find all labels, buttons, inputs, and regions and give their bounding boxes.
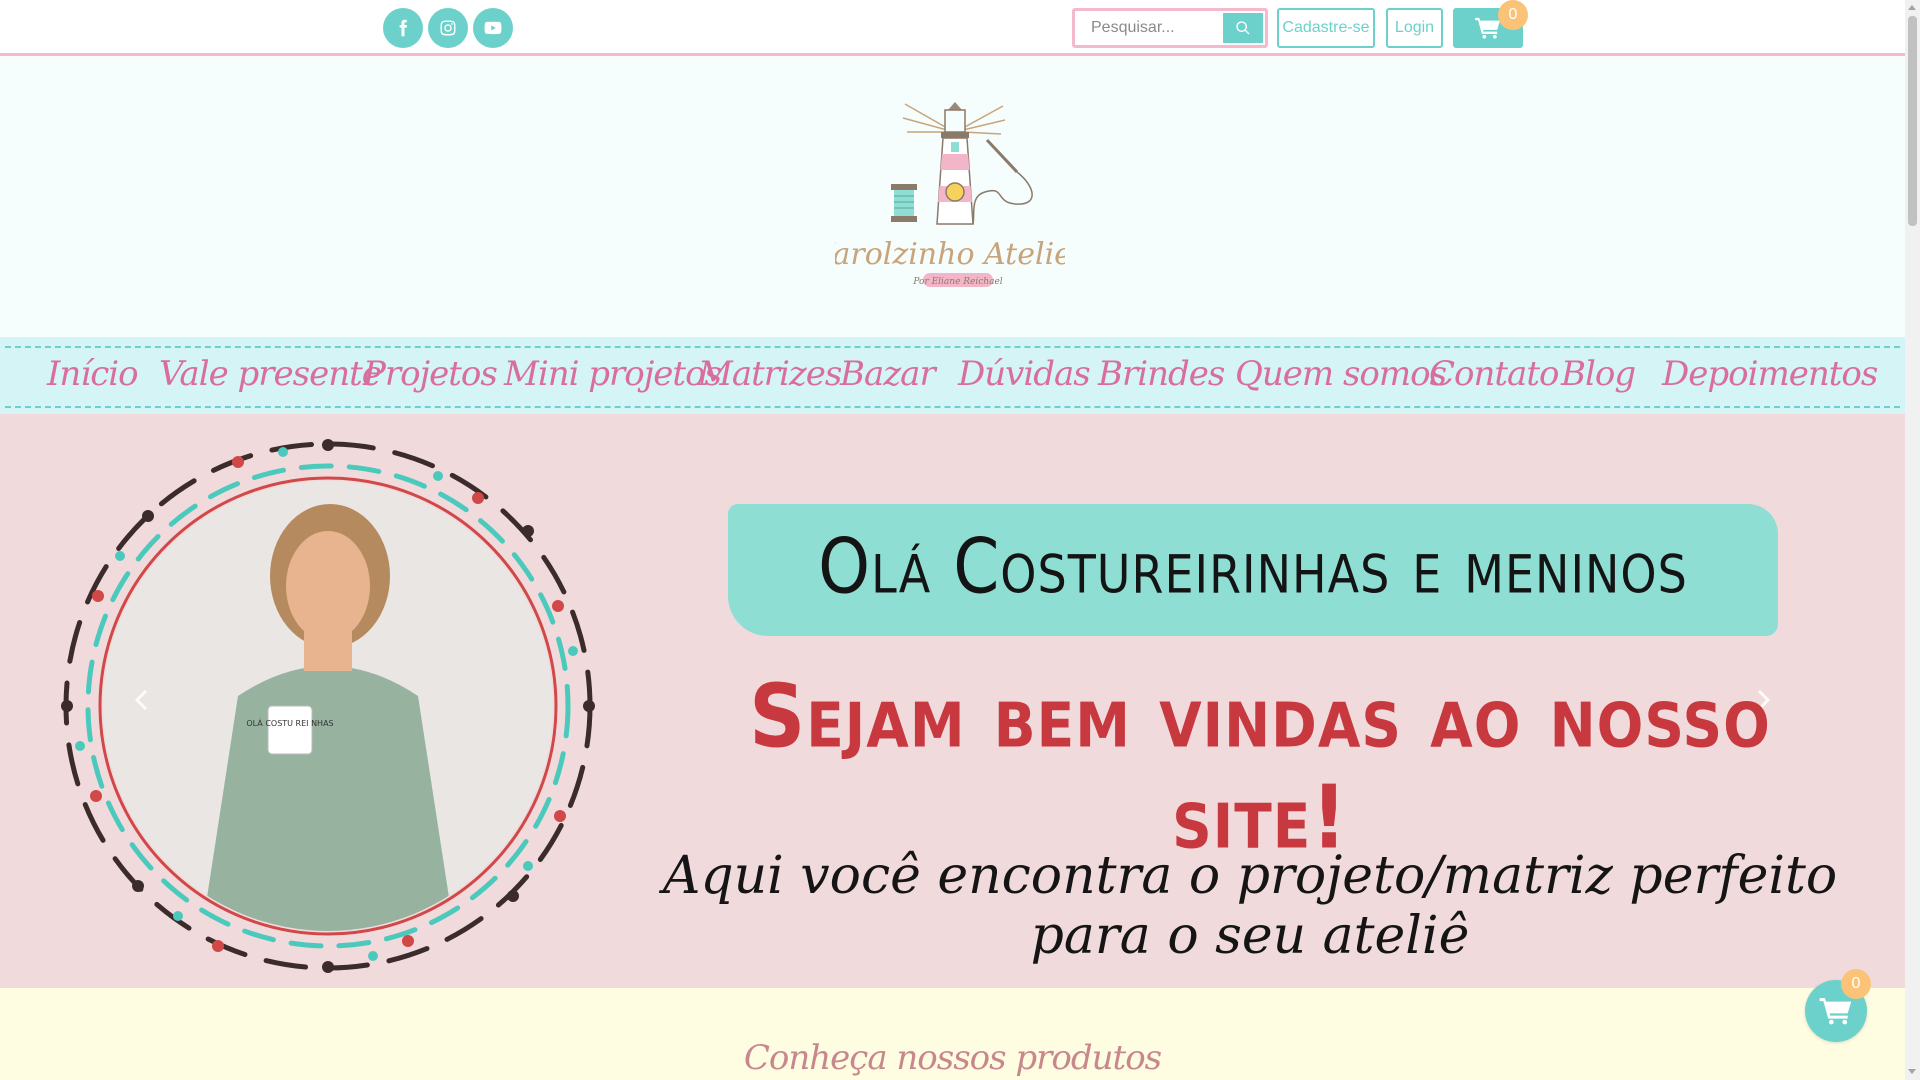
scroll-down-arrow-icon[interactable] (1908, 1069, 1916, 1074)
facebook-link[interactable] (383, 8, 423, 48)
nav-item-inicio[interactable]: Início (47, 354, 139, 394)
top-bar: Cadastre-se Login 0 (0, 0, 1905, 56)
slider-prev-button[interactable] (133, 690, 153, 710)
scrollbar-thumb[interactable] (1908, 16, 1917, 226)
search-icon (1236, 21, 1250, 35)
main-nav: Início Vale presente Projetos Mini proje… (0, 337, 1905, 414)
page-scrollbar[interactable] (1905, 0, 1920, 1080)
nav-item-vale-presente[interactable]: Vale presente (159, 354, 382, 394)
youtube-link[interactable] (473, 8, 513, 48)
youtube-icon (484, 21, 502, 35)
hero-welcome-text: Sejam bem vindas ao nosso site! (749, 667, 1771, 869)
nav-dashed-frame: Início Vale presente Projetos Mini proje… (5, 346, 1900, 408)
facebook-icon (399, 19, 408, 37)
search-input[interactable] (1089, 12, 1229, 44)
logo-tagline: Por Eliane Reichael (912, 277, 1002, 287)
cart-count-badge: 0 (1498, 0, 1528, 30)
nav-item-brindes[interactable]: Brindes (1098, 354, 1225, 394)
nav-item-mini-projetos[interactable]: Mini projetos (504, 354, 722, 394)
needle-icon (972, 138, 1033, 225)
nav-item-quem-somos[interactable]: Quem somos (1235, 354, 1447, 394)
logo[interactable]: Farolzinho Atelier Por Eliane Reichael (835, 96, 1065, 291)
products-title: Conheça nossos produtos (743, 1038, 1162, 1078)
cart-icon (1475, 17, 1500, 39)
nav-item-blog[interactable]: Blog (1561, 354, 1636, 394)
chevron-left-icon (135, 690, 147, 710)
products-section: Conheça nossos produtos (0, 988, 1905, 1080)
hero-headline: Olá Costureirinhas e meninos (818, 522, 1688, 611)
nav-item-matrizes[interactable]: Matrizes (698, 354, 842, 394)
logo-brand-name: Farolzinho Atelier (835, 237, 1065, 272)
hero-subtitle: Aqui você encontra o projeto/matriz perf… (662, 846, 1838, 966)
register-button[interactable]: Cadastre-se (1277, 8, 1375, 48)
instagram-link[interactable] (428, 8, 468, 48)
nav-item-bazar[interactable]: Bazar (840, 354, 936, 394)
search-form (1072, 8, 1268, 48)
site-header: Farolzinho Atelier Por Eliane Reichael (0, 56, 1905, 337)
nav-item-depoimentos[interactable]: Depoimentos (1662, 354, 1878, 394)
cart-icon (1819, 998, 1852, 1025)
nav-item-contato[interactable]: Contato (1429, 354, 1559, 394)
nav-item-projetos[interactable]: Projetos (363, 354, 498, 394)
instagram-icon (440, 20, 456, 36)
mug-text: OLÁ COSTU REI NHAS (246, 717, 333, 728)
spool-icon (891, 184, 917, 222)
lighthouse-icon (936, 102, 974, 225)
search-button[interactable] (1223, 13, 1263, 43)
scroll-up-arrow-icon[interactable] (1908, 5, 1916, 10)
hero-slider: OLÁ COSTU REI NHAS Olá Costureirinhas e … (0, 414, 1905, 988)
login-button[interactable]: Login (1386, 8, 1443, 48)
floating-cart-count-badge: 0 (1841, 969, 1871, 999)
nav-item-duvidas[interactable]: Dúvidas (958, 354, 1091, 394)
